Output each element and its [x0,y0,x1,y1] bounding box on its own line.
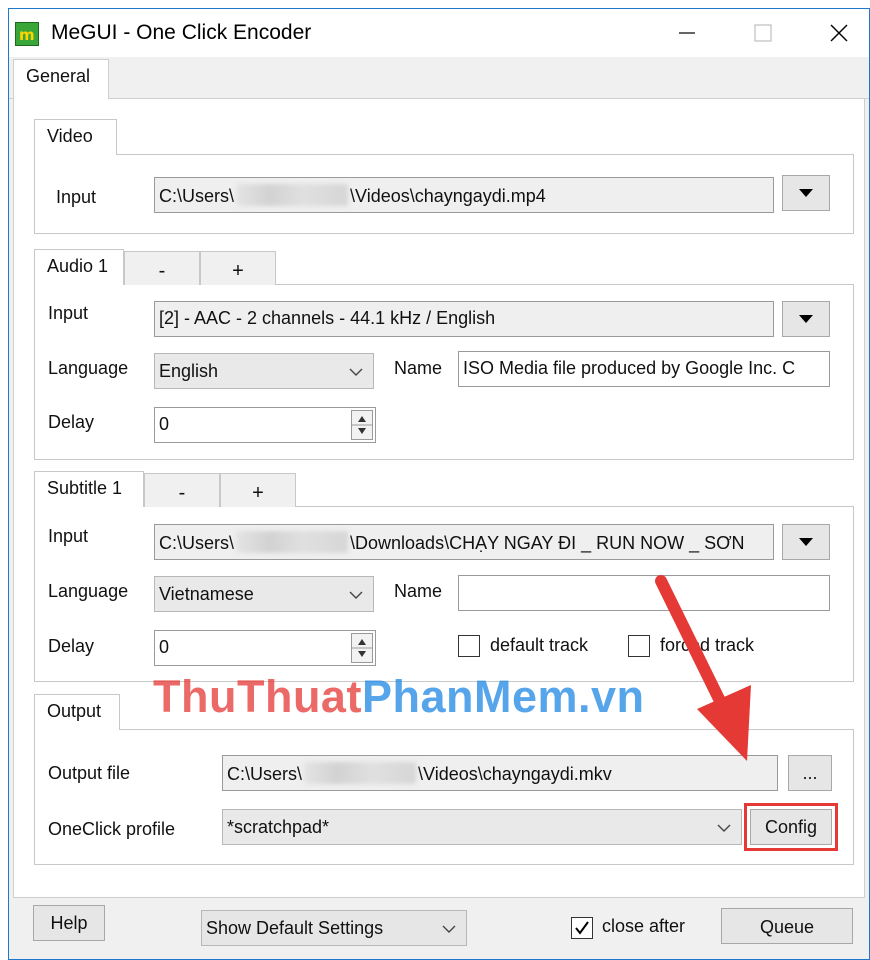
remove-audio-button[interactable]: - [124,251,200,285]
queue-button[interactable]: Queue [721,908,853,944]
help-button[interactable]: Help [33,905,105,941]
tab-output[interactable]: Output [34,694,120,730]
settings-select[interactable]: Show Default Settings [201,910,467,946]
checkmark-icon [575,921,589,935]
bottom-bar: Help Show Default Settings close after Q… [9,898,869,959]
tab-general[interactable]: General [13,59,109,99]
add-subtitle-button[interactable]: + [220,473,296,507]
chevron-down-icon [442,925,456,933]
close-after-checkbox[interactable] [571,917,593,939]
settings-value: Show Default Settings [206,918,384,938]
add-audio-button[interactable]: + [200,251,276,285]
tab-subtitle-1[interactable]: Subtitle 1 [34,471,144,507]
close-after-label: close after [602,916,686,936]
tab-video[interactable]: Video [34,119,117,155]
tab-audio-1[interactable]: Audio 1 [34,249,124,285]
remove-subtitle-button[interactable]: - [144,473,220,507]
one-click-encoder-window: m MeGUI - One Click Encoder General Vide… [8,8,870,960]
